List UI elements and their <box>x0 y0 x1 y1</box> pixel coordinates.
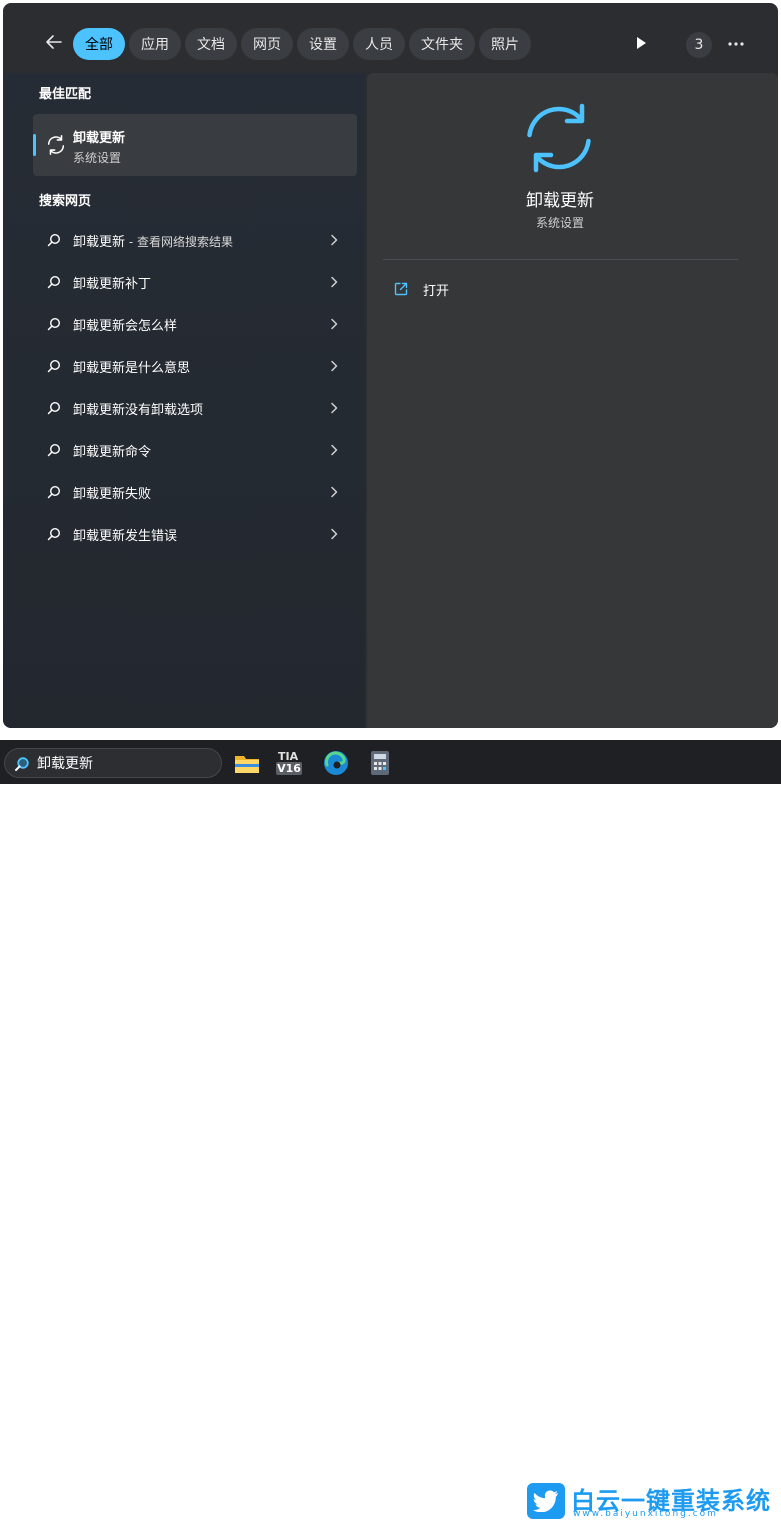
search-icon <box>47 527 61 541</box>
chevron-right-icon <box>331 402 338 414</box>
site-watermark: 白云一键重装系统 www.baiyunxitong.com <box>527 1483 777 1521</box>
web-search-item[interactable]: 卸载更新补丁 <box>33 261 357 303</box>
chevron-right-icon <box>331 360 338 372</box>
search-icon <box>47 401 61 415</box>
web-search-item[interactable]: 卸载更新会怎么样 <box>33 303 357 345</box>
refresh-icon <box>47 135 65 155</box>
divider <box>383 259 738 260</box>
chevron-right-icon <box>331 486 338 498</box>
search-icon <box>47 359 61 373</box>
tab-settings[interactable]: 设置 <box>297 28 349 60</box>
search-icon <box>47 317 61 331</box>
chevron-right-icon <box>331 528 338 540</box>
tab-apps[interactable]: 应用 <box>129 28 181 60</box>
edge-browser-icon[interactable] <box>322 749 350 777</box>
preview-subtitle: 系统设置 <box>535 216 584 230</box>
chevron-right-icon <box>331 318 338 330</box>
web-search-item-label: 卸载更新补丁 <box>73 277 152 292</box>
web-search-item-label: 卸载更新没有卸载选项 <box>73 403 204 418</box>
rewards-badge[interactable]: 3 <box>686 32 712 58</box>
back-button[interactable] <box>39 27 69 57</box>
chevron-right-icon <box>331 276 338 288</box>
search-input[interactable] <box>37 753 207 773</box>
taskbar-search-box[interactable] <box>4 748 222 778</box>
filter-tabs: 全部 应用 文档 网页 设置 人员 文件夹 照片 <box>73 28 531 60</box>
search-icon <box>15 757 29 771</box>
tab-documents[interactable]: 文档 <box>185 28 237 60</box>
refresh-icon <box>527 103 591 173</box>
taskbar: TIA V16 白云一键重装系统 www.baiyunxitong.com <box>0 740 781 1519</box>
web-search-item[interactable]: 卸载更新失败 <box>33 471 357 513</box>
play-icon <box>637 37 646 49</box>
web-search-item-label: 卸载更新会怎么样 <box>73 319 178 334</box>
web-search-heading: 搜索网页 <box>39 194 92 209</box>
search-icon <box>47 485 61 499</box>
tab-web[interactable]: 网页 <box>241 28 293 60</box>
preview-title: 卸载更新 <box>526 191 594 211</box>
web-search-item-label: 卸载更新发生错误 <box>73 529 178 544</box>
open-button[interactable]: 打开 <box>393 277 449 301</box>
web-search-item[interactable]: 卸载更新发生错误 <box>33 513 357 555</box>
tab-photos[interactable]: 照片 <box>479 28 531 60</box>
web-search-item-label: 卸载更新命令 <box>73 445 152 460</box>
arrow-left-icon <box>46 35 62 49</box>
tia-version: V16 <box>276 762 302 775</box>
chevron-right-icon <box>331 444 338 456</box>
search-flyout: 全部 应用 文档 网页 设置 人员 文件夹 照片 3 最佳匹配 卸载更新 系统设… <box>3 3 778 728</box>
bird-glyph <box>533 1490 558 1512</box>
query-suffix: - 查看网络搜索结果 <box>125 235 233 249</box>
search-icon <box>47 443 61 457</box>
more-filters-button[interactable] <box>631 33 651 53</box>
selection-indicator <box>33 134 36 156</box>
ellipsis-icon <box>728 42 744 46</box>
tab-all[interactable]: 全部 <box>73 28 125 60</box>
web-search-item-label: 卸载更新 - 查看网络搜索结果 <box>73 231 233 250</box>
preview-pane: 卸载更新 系统设置 打开 <box>367 73 778 728</box>
search-filter-bar: 全部 应用 文档 网页 设置 人员 文件夹 照片 3 <box>3 3 778 73</box>
open-label: 打开 <box>423 283 450 299</box>
more-options-button[interactable] <box>723 31 749 57</box>
best-match-subtitle: 系统设置 <box>73 151 122 165</box>
search-icon <box>47 233 61 247</box>
web-search-item[interactable]: 卸载更新没有卸载选项 <box>33 387 357 429</box>
web-search-item[interactable]: 卸载更新 - 查看网络搜索结果 <box>33 219 357 261</box>
tab-people[interactable]: 人员 <box>353 28 405 60</box>
web-search-item-label: 卸载更新是什么意思 <box>73 361 191 376</box>
calculator-icon[interactable] <box>366 749 394 777</box>
tab-folders[interactable]: 文件夹 <box>409 28 475 60</box>
best-match-result[interactable]: 卸载更新 系统设置 <box>33 114 357 176</box>
chevron-right-icon <box>331 234 338 246</box>
watermark-url: www.baiyunxitong.com <box>573 1509 718 1519</box>
query-text: 卸载更新 <box>73 235 126 250</box>
twitter-bird-icon <box>527 1483 565 1519</box>
web-search-list: 卸载更新 - 查看网络搜索结果 卸载更新补丁 卸载更新会怎么样 卸载更新是什么意… <box>33 219 357 555</box>
search-icon <box>47 275 61 289</box>
tia-portal-icon[interactable]: TIA V16 <box>275 750 307 778</box>
web-search-item[interactable]: 卸载更新命令 <box>33 429 357 471</box>
web-search-item-label: 卸载更新失败 <box>73 487 152 502</box>
open-external-icon <box>394 282 408 296</box>
web-search-item[interactable]: 卸载更新是什么意思 <box>33 345 357 387</box>
best-match-title: 卸载更新 <box>73 131 126 146</box>
file-explorer-icon[interactable] <box>233 749 261 777</box>
best-match-heading: 最佳匹配 <box>39 87 92 102</box>
